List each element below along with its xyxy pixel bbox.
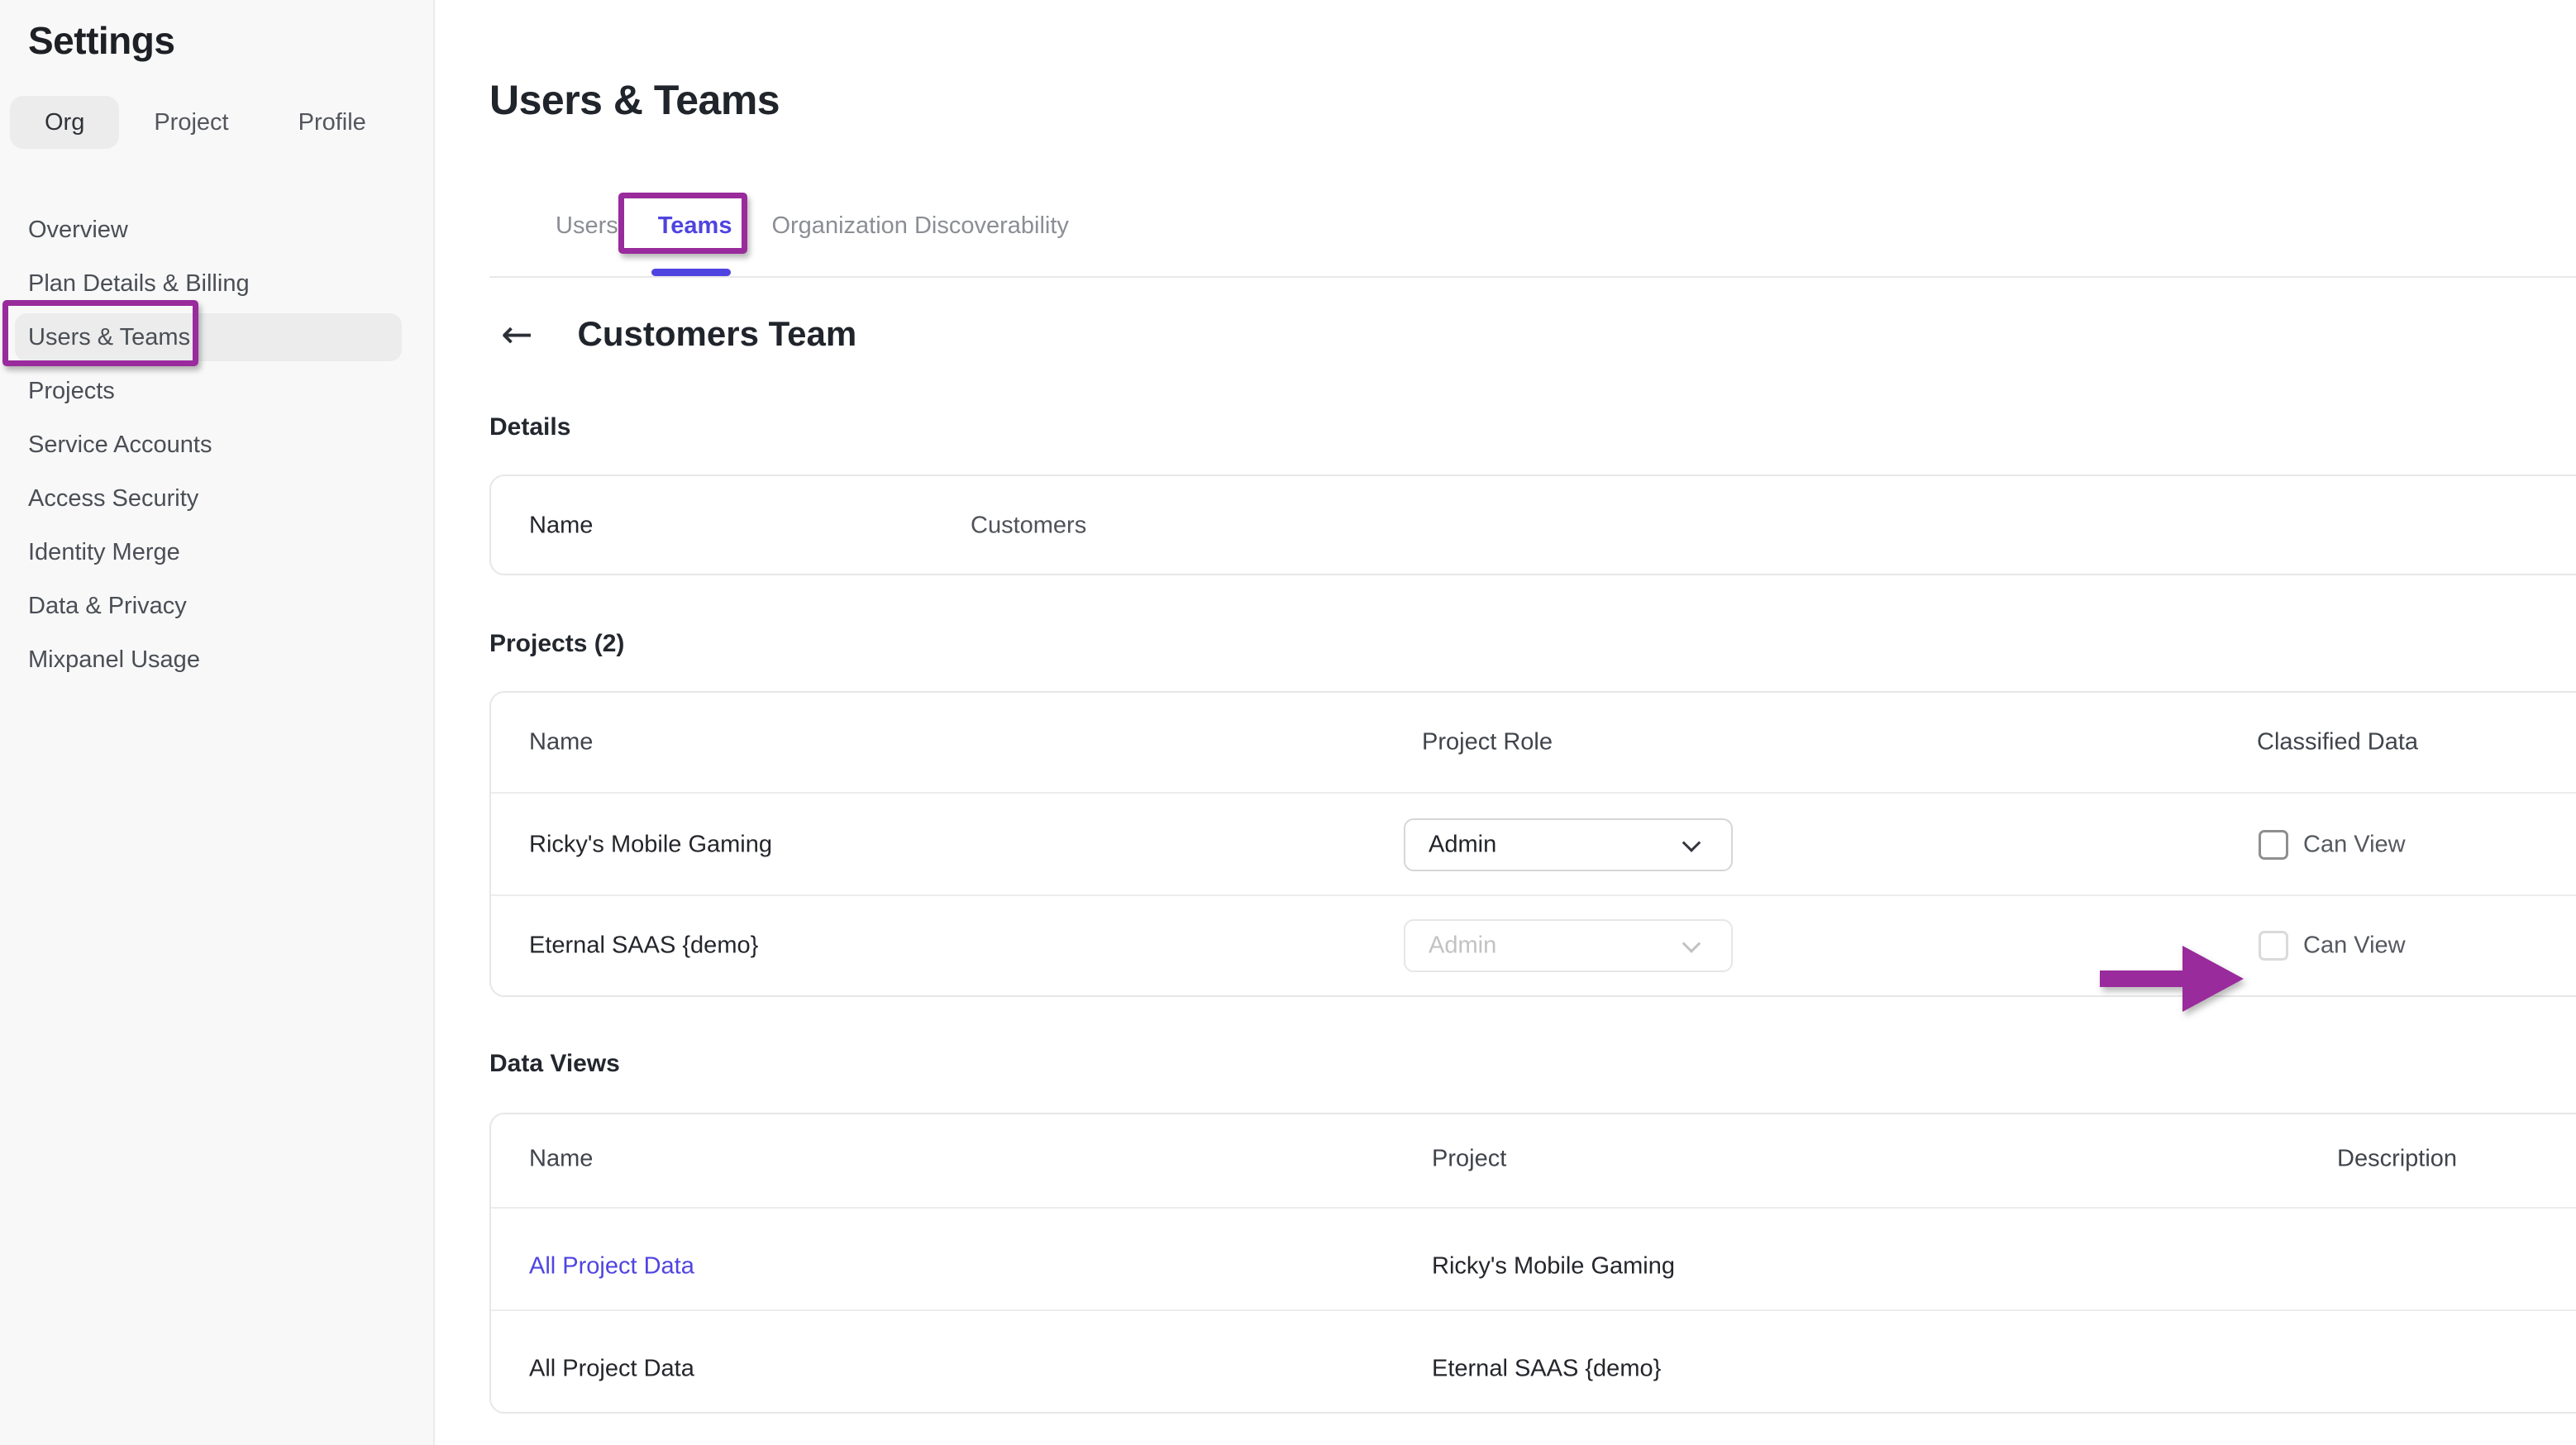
- sidebar-item-service-accounts[interactable]: Service Accounts: [0, 418, 435, 472]
- details-name-value: Customers: [971, 513, 1086, 540]
- project-name: Ricky's Mobile Gaming: [529, 832, 772, 859]
- projects-col-name: Name: [529, 729, 593, 756]
- projects-heading: Projects (2): [489, 630, 624, 658]
- project-role-value: Admin: [1429, 832, 1496, 859]
- sidebar-item-identity-merge[interactable]: Identity Merge: [0, 526, 435, 579]
- data-views-table: Name Project Description All Project Dat…: [489, 1113, 2576, 1414]
- table-divider: [491, 1309, 2576, 1311]
- scope-tab-org[interactable]: Org: [10, 96, 119, 149]
- project-role-select[interactable]: Admin: [1404, 818, 1733, 871]
- can-view-label: Can View: [2303, 932, 2406, 960]
- annotation-arrow-head: [2182, 946, 2244, 1012]
- data-view-name: All Project Data: [529, 1356, 694, 1383]
- sidebar-title: Settings: [28, 18, 174, 63]
- sidebar-item-access-security[interactable]: Access Security: [0, 472, 435, 526]
- settings-sidebar: Settings Org Project Profile Overview Pl…: [0, 0, 435, 1445]
- team-header: ← Customers Team: [501, 314, 856, 354]
- data-views-col-description: Description: [2337, 1146, 2457, 1173]
- sidebar-item-data-privacy[interactable]: Data & Privacy: [0, 579, 435, 633]
- scope-tab-project[interactable]: Project: [119, 96, 263, 149]
- project-role-select-disabled: Admin: [1404, 919, 1733, 972]
- sidebar-nav: Overview Plan Details & Billing Users & …: [0, 203, 435, 687]
- chevron-down-icon: [1682, 833, 1701, 852]
- annotation-box-teams-tab: [618, 193, 747, 254]
- can-view-checkbox-disabled: [2259, 931, 2288, 961]
- table-divider: [491, 792, 2576, 794]
- projects-col-classified-data: Classified Data: [2257, 729, 2418, 756]
- can-view-checkbox[interactable]: [2259, 830, 2288, 860]
- back-arrow-icon[interactable]: ←: [501, 315, 533, 353]
- data-views-col-name: Name: [529, 1146, 593, 1173]
- page-title: Users & Teams: [489, 76, 780, 124]
- team-title: Customers Team: [578, 314, 857, 354]
- tabs-divider: [489, 276, 2576, 278]
- active-tab-indicator: [651, 269, 731, 276]
- details-heading: Details: [489, 413, 570, 441]
- tab-organization-discoverability[interactable]: Organization Discoverability: [771, 212, 1068, 240]
- data-view-name-link[interactable]: All Project Data: [529, 1253, 694, 1280]
- data-view-project: Ricky's Mobile Gaming: [1432, 1253, 1675, 1280]
- sidebar-item-mixpanel-usage[interactable]: Mixpanel Usage: [0, 633, 435, 687]
- sidebar-item-projects[interactable]: Projects: [0, 365, 435, 418]
- projects-col-project-role: Project Role: [1422, 729, 1553, 756]
- settings-scope-tabs: Org Project Profile: [10, 96, 401, 149]
- chevron-down-icon: [1682, 934, 1701, 953]
- tab-users[interactable]: Users: [556, 212, 618, 240]
- project-role-value: Admin: [1429, 932, 1496, 960]
- annotation-arrow-tail: [2100, 970, 2186, 987]
- data-views-heading: Data Views: [489, 1050, 620, 1078]
- sidebar-item-overview[interactable]: Overview: [0, 203, 435, 257]
- data-views-col-project: Project: [1432, 1146, 1506, 1173]
- project-name: Eternal SAAS {demo}: [529, 932, 758, 960]
- table-divider: [491, 1207, 2576, 1209]
- data-view-project: Eternal SAAS {demo}: [1432, 1356, 1661, 1383]
- table-divider: [491, 894, 2576, 896]
- details-card: Name Customers: [489, 475, 2576, 575]
- projects-table: Name Project Role Classified Data Ricky'…: [489, 691, 2576, 997]
- details-name-label: Name: [529, 513, 593, 540]
- annotation-arrow: [2100, 946, 2249, 1012]
- can-view-label: Can View: [2303, 832, 2406, 859]
- scope-tab-profile[interactable]: Profile: [264, 96, 401, 149]
- annotation-box-users-teams: [2, 300, 198, 366]
